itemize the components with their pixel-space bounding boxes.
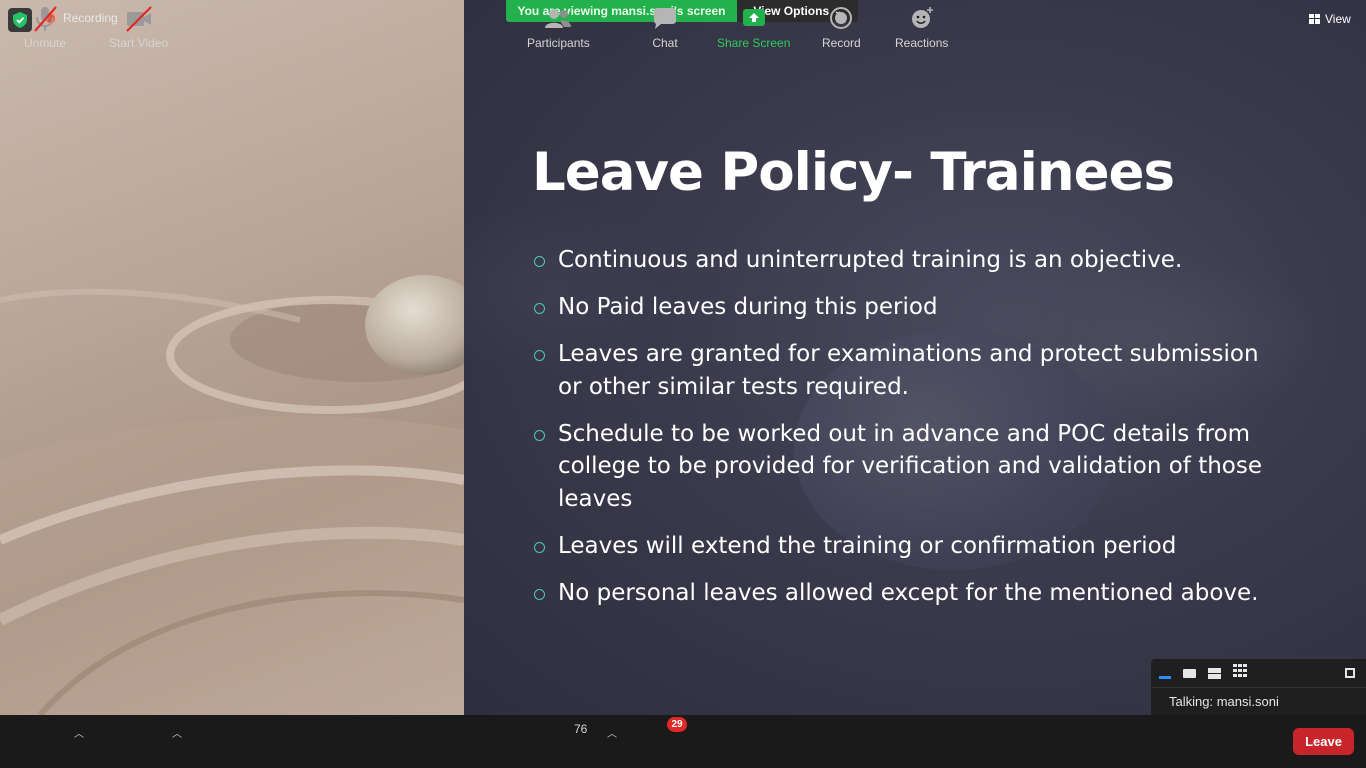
reactions-icon xyxy=(911,7,933,28)
chat-unread-badge: 29 xyxy=(667,717,687,732)
share-screen-button[interactable]: Share Screen xyxy=(717,4,790,50)
leave-button[interactable]: Leave xyxy=(1293,728,1354,755)
reactions-label: Reactions xyxy=(895,36,949,50)
bullet-circle-icon xyxy=(534,303,545,314)
slide-bullet: Continuous and uninterrupted training is… xyxy=(534,244,1274,277)
bullet-circle-icon xyxy=(534,588,545,600)
speaker-view-icon[interactable] xyxy=(1183,668,1196,678)
chat-button[interactable]: Chat xyxy=(650,4,680,50)
unmute-button[interactable]: Unmute xyxy=(24,4,66,50)
video-off-icon xyxy=(125,6,152,32)
chat-label: Chat xyxy=(652,36,678,50)
record-label: Record xyxy=(822,36,861,50)
slide-bullet: Schedule to be worked out in advance and… xyxy=(534,418,1274,516)
slide-bullet-list: Continuous and uninterrupted training is… xyxy=(534,244,1274,624)
bullet-circle-icon xyxy=(534,256,545,267)
participants-button[interactable]: Participants xyxy=(527,4,590,50)
unmute-label: Unmute xyxy=(24,36,67,50)
chat-icon xyxy=(654,8,676,29)
slide-title: Leave Policy- Trainees xyxy=(532,142,1175,203)
start-video-label: Start Video xyxy=(109,36,169,50)
audio-options-caret-icon[interactable]: ︿ xyxy=(74,725,84,740)
mini-panel-controls xyxy=(1151,659,1366,687)
expand-icon[interactable] xyxy=(1345,668,1355,678)
share-screen-icon xyxy=(742,9,765,26)
participants-count: 76 xyxy=(574,722,588,736)
shared-screen: Leave Policy- Trainees Continuous and un… xyxy=(0,0,1366,715)
bullet-circle-icon xyxy=(534,350,545,361)
presentation-slide: Leave Policy- Trainees Continuous and un… xyxy=(464,0,1366,715)
record-button[interactable]: Record xyxy=(822,4,861,50)
record-icon xyxy=(830,7,853,29)
reactions-button[interactable]: Reactions xyxy=(895,4,948,50)
slide-bullet: No Paid leaves during this period xyxy=(534,291,1274,324)
participants-caret-icon[interactable]: ︿ xyxy=(607,725,617,740)
slide-bullet: No personal leaves allowed except for th… xyxy=(534,577,1274,610)
view-button[interactable]: View xyxy=(1309,12,1351,26)
slide-bullet: Leaves are granted for examinations and … xyxy=(534,338,1274,403)
minimize-icon[interactable] xyxy=(1159,675,1171,679)
grid-view-icon xyxy=(1309,14,1320,24)
split-view-icon[interactable] xyxy=(1208,667,1221,679)
slide-sand-image xyxy=(0,0,464,715)
participants-icon xyxy=(545,9,572,28)
bullet-circle-icon xyxy=(534,541,545,553)
talking-indicator: Talking: mansi.soni xyxy=(1151,687,1366,715)
mini-video-panel: Talking: mansi.soni xyxy=(1151,659,1366,715)
bullet-circle-icon xyxy=(534,429,545,441)
start-video-button[interactable]: Start Video xyxy=(109,4,168,50)
slide-bullet: Leaves will extend the training or confi… xyxy=(534,530,1274,563)
share-screen-label: Share Screen xyxy=(717,36,791,50)
view-label: View xyxy=(1325,12,1351,26)
gallery-view-icon[interactable] xyxy=(1233,664,1247,682)
mic-muted-icon xyxy=(34,6,57,32)
participants-label: Participants xyxy=(527,36,590,50)
video-options-caret-icon[interactable]: ︿ xyxy=(172,725,182,740)
